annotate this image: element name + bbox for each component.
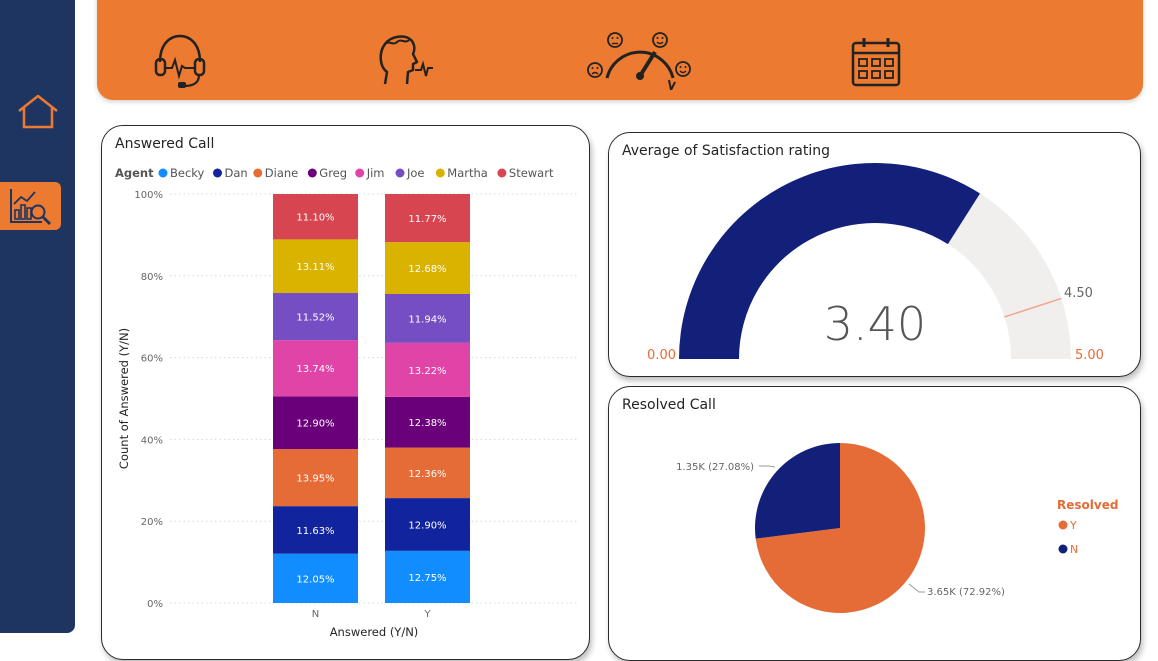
legend-label-dan: Dan (225, 166, 248, 180)
data-label: 12.75% (408, 573, 446, 584)
y-tick-label: 80% (141, 272, 163, 283)
data-label: 11.63% (296, 526, 334, 537)
pie-legend-label-n: N (1070, 543, 1078, 556)
data-label: 13.11% (296, 262, 334, 273)
legend-swatch-stewart (497, 168, 507, 178)
legend-swatch-jim (355, 168, 365, 178)
data-label: 12.36% (408, 469, 446, 480)
headset-icon (154, 34, 206, 88)
data-label: 12.05% (296, 574, 334, 585)
legend-item-diane: Diane (253, 166, 298, 180)
legend-title: Agent (115, 166, 154, 180)
data-label: 11.94% (408, 314, 446, 325)
satisfaction-card[interactable]: Average of Satisfaction rating 3.40 0.00 5… (608, 132, 1141, 377)
legend-item-jim: Jim (355, 166, 384, 180)
legend-label-jim: Jim (366, 166, 385, 180)
satisfaction-gauge-chart[interactable]: 3.40 0.00 5.00 4.50 (609, 133, 1142, 378)
legend-label-stewart: Stewart (509, 166, 554, 180)
legend-label-joe: Joe (406, 166, 425, 180)
calendar-icon (851, 38, 901, 87)
legend-swatch-becky (158, 168, 168, 178)
pie-data-label-y: 3.65K (72.92%) (927, 587, 1005, 598)
gauge-target-label: 4.50 (1064, 286, 1093, 301)
customer-head-icon (379, 35, 433, 85)
data-label: 12.90% (408, 520, 446, 531)
data-label: 12.38% (408, 418, 446, 429)
legend-label-greg: Greg (319, 166, 347, 180)
data-label: 11.52% (296, 313, 334, 324)
y-tick-label: 0% (147, 599, 163, 610)
legend-label-diane: Diane (265, 166, 298, 180)
legend-swatch-greg (307, 168, 317, 178)
legend-label-becky: Becky (170, 166, 205, 180)
pie-legend-swatch-y (1058, 520, 1068, 530)
x-tick-label: Y (423, 609, 431, 620)
data-label: 13.74% (296, 364, 334, 375)
x-tick-label: N (312, 609, 319, 620)
home-button[interactable] (10, 88, 65, 136)
gauge-max-label: 5.00 (1075, 348, 1104, 363)
resolved-call-card[interactable]: Resolved Call 3.65K (72.92%) 1.35K (27.08… (608, 386, 1141, 661)
data-label: 11.10% (296, 213, 334, 224)
gauge-value-label: 3.40 (824, 297, 926, 351)
answered-call-chart[interactable]: Agent Becky Dan Diane Greg Jim Joe Martha Stewar… (102, 126, 591, 646)
leader-line-n (759, 465, 776, 468)
pie-legend-swatch-n (1058, 544, 1068, 554)
legend-item-dan: Dan (213, 166, 248, 180)
leader-line-y (908, 583, 925, 593)
x-axis-label: Answered (Y/N) (330, 625, 419, 639)
analytics-report-button[interactable] (0, 182, 61, 230)
legend-item-stewart: Stewart (497, 166, 554, 180)
legend-swatch-diane (253, 168, 263, 178)
data-label: 13.95% (296, 474, 334, 485)
home-icon (17, 94, 58, 129)
y-tick-label: 100% (134, 190, 163, 201)
legend-item-joe: Joe (395, 166, 425, 180)
y-axis-label: Count of Answered (Y/N) (117, 328, 131, 469)
legend-item-greg: Greg (307, 166, 347, 180)
pie-legend-label-y: Y (1069, 519, 1077, 532)
pie-slice-n (755, 443, 840, 539)
analytics-report-icon (9, 189, 51, 225)
header-banner (97, 0, 1143, 100)
legend-item-becky: Becky (158, 166, 205, 180)
pie-legend-title: Resolved (1057, 498, 1118, 512)
pie-data-label-n: 1.35K (27.08%) (676, 462, 754, 473)
legend-swatch-joe (395, 168, 405, 178)
answered-call-card[interactable]: Answered Call Agent Becky Dan Diane Greg Jim J… (101, 125, 590, 660)
data-label: 11.77% (408, 214, 446, 225)
satisfaction-gauge-icon (587, 32, 691, 90)
legend-swatch-dan (213, 168, 222, 178)
legend-item-martha: Martha (435, 166, 488, 180)
legend-swatch-martha (435, 168, 445, 178)
y-tick-label: 60% (141, 354, 163, 365)
resolved-pie-chart[interactable]: 3.65K (72.92%) 1.35K (27.08%) Resolved YN (609, 387, 1142, 649)
data-label: 12.90% (296, 419, 334, 430)
data-label: 13.22% (408, 366, 446, 377)
y-tick-label: 40% (141, 435, 163, 446)
y-tick-label: 20% (141, 517, 163, 528)
legend-label-martha: Martha (447, 166, 488, 180)
sidebar (0, 0, 75, 633)
data-label: 12.68% (408, 264, 446, 275)
gauge-min-label: 0.00 (647, 348, 676, 363)
